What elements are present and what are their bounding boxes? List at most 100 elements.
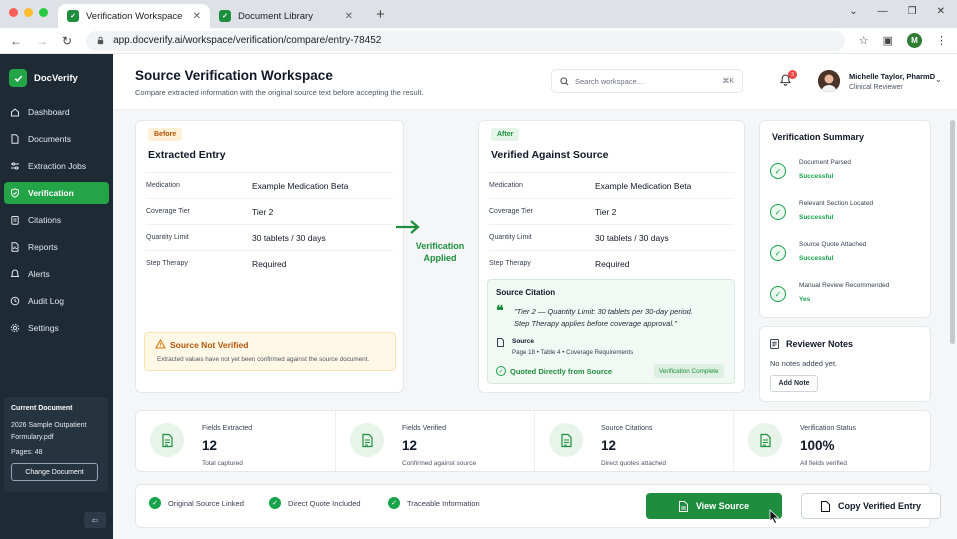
arrow-right-icon <box>395 218 421 241</box>
check-circle-icon: ✓ <box>770 204 786 220</box>
close-tab-icon[interactable]: ✕ <box>193 11 201 22</box>
close-window-button[interactable] <box>9 8 18 17</box>
sidebar-item-label: Documents <box>28 134 71 144</box>
check-circle-icon: ✓ <box>149 497 161 509</box>
browser-tab-verification[interactable]: ✓ Verification Workspace ✕ <box>58 4 210 28</box>
add-note-button[interactable]: Add Note <box>770 375 818 392</box>
stat-label: Fields Verified <box>402 425 446 432</box>
search-placeholder: Search workspace... <box>575 76 643 86</box>
sidebar: DocVerify Dashboard Documents Extraction J… <box>0 54 113 539</box>
verification-applied-line1: Verification <box>415 241 465 251</box>
summary-item-label: Source Quote Attached <box>799 241 867 248</box>
sidebar-item-citations[interactable]: Citations <box>4 209 109 231</box>
user-menu-chevron-down-icon[interactable]: ⌄ <box>935 75 942 84</box>
before-card: Before Extracted Entry Medication Example… <box>135 120 404 393</box>
document-icon <box>11 134 19 144</box>
sidebar-item-label: Verification <box>28 188 74 198</box>
stat-label: Verification Status <box>800 425 857 432</box>
notification-count-badge: 3 <box>788 70 797 79</box>
sidebar-item-label: Settings <box>28 323 59 333</box>
sidebar-item-settings[interactable]: Settings <box>4 317 109 339</box>
side-panel-icon[interactable]: ▣ <box>883 34 893 47</box>
stat-sub: Direct quotes attached <box>601 460 667 467</box>
sidebar-item-extraction-jobs[interactable]: Extraction Jobs <box>4 155 109 177</box>
mouse-cursor-icon <box>769 509 780 524</box>
field-row: Quantity Limit 30 tablets / 30 days <box>489 224 734 250</box>
url-field[interactable]: app.docverify.ai/workspace/verification/… <box>86 30 845 51</box>
close-tab-icon[interactable]: ✕ <box>345 11 353 22</box>
sidebar-item-audit-log[interactable]: Audit Log <box>4 290 109 312</box>
footer-check-label: Traceable Information <box>407 498 480 508</box>
notes-title: Reviewer Notes <box>786 339 854 349</box>
history-icon <box>10 296 20 306</box>
field-value: 30 tablets / 30 days <box>595 232 669 243</box>
quoted-directly-label: Quoted Directly from Source <box>510 367 613 376</box>
user-name: Michelle Taylor, PharmD <box>849 72 936 81</box>
source-not-verified-warning: Source Not Verified Extracted values hav… <box>144 332 396 371</box>
profile-avatar[interactable]: M <box>907 33 922 48</box>
collapse-sidebar-icon[interactable]: ⇦ <box>84 512 106 528</box>
browser-tab-library[interactable]: ✓ Document Library ✕ <box>210 4 362 28</box>
shield-check-icon <box>11 188 19 198</box>
window-controls <box>0 8 58 28</box>
search-input[interactable]: Search workspace... ⌘K <box>551 69 743 93</box>
restore-icon[interactable]: ❐ <box>908 6 917 17</box>
sidebar-item-dashboard[interactable]: Dashboard <box>4 101 109 123</box>
maximize-window-button[interactable] <box>39 8 48 17</box>
field-value: 30 tablets / 30 days <box>252 232 326 243</box>
close-icon[interactable]: ✕ <box>937 6 945 17</box>
sidebar-item-label: Dashboard <box>28 107 70 117</box>
check-circle-icon: ✓ <box>388 497 400 509</box>
stat-value: 12 <box>202 438 218 453</box>
page-title: Source Verification Workspace <box>135 68 333 83</box>
report-icon <box>11 242 19 252</box>
notes-icon <box>770 339 779 349</box>
forward-icon[interactable]: → <box>36 34 48 48</box>
check-circle-icon: ✓ <box>269 497 281 509</box>
field-label: Coverage Tier <box>146 208 190 215</box>
field-value: Required <box>252 258 287 269</box>
document-icon <box>678 500 688 512</box>
reload-icon[interactable]: ↻ <box>62 34 72 48</box>
stat-label: Fields Extracted <box>202 425 253 432</box>
page-subtitle: Compare extracted information with the o… <box>135 88 424 97</box>
back-icon[interactable]: ← <box>10 34 22 48</box>
browser-menu-icon[interactable]: ⋮ <box>936 34 947 47</box>
field-label: Quantity Limit <box>489 234 532 241</box>
minimize-window-button[interactable] <box>24 8 33 17</box>
notes-empty-text: No notes added yet. <box>770 359 838 368</box>
sidebar-item-documents[interactable]: Documents <box>4 128 109 150</box>
field-label: Step Therapy <box>489 260 531 267</box>
warning-triangle-icon <box>155 339 166 349</box>
summary-item-label: Document Parsed <box>799 159 852 166</box>
chevron-down-icon[interactable]: ⌄ <box>849 6 857 17</box>
view-source-button[interactable]: View Source <box>646 493 782 519</box>
copy-verified-entry-button[interactable]: Copy Verified Entry <box>801 493 941 519</box>
current-document-panel: Current Document 2026 Sample Outpatient … <box>4 397 108 492</box>
summary-item: ✓ Source Quote Attached Successful <box>770 241 920 281</box>
sidebar-item-label: Citations <box>28 215 62 225</box>
field-label: Coverage Tier <box>489 208 533 215</box>
field-row: Step Therapy Required <box>489 250 734 276</box>
check-circle-icon: ✓ <box>770 245 786 261</box>
sidebar-item-verification[interactable]: Verification <box>4 182 109 204</box>
summary-item-label: Manual Review Recommended <box>799 282 890 289</box>
field-row: Coverage Tier Tier 2 <box>489 198 734 224</box>
user-avatar[interactable] <box>818 70 840 92</box>
footer-check-item: ✓ Direct Quote Included <box>269 497 361 509</box>
app-name: DocVerify <box>34 72 78 84</box>
minimize-icon[interactable]: — <box>878 6 888 17</box>
bookmark-star-icon[interactable]: ☆ <box>859 34 869 47</box>
change-document-button[interactable]: Change Document <box>11 463 98 481</box>
check-circle-icon: ✓ <box>770 163 786 179</box>
main-scrollbar[interactable] <box>950 120 955 344</box>
url-text: app.docverify.ai/workspace/verification/… <box>113 35 382 46</box>
new-tab-icon[interactable]: + <box>376 6 385 23</box>
sidebar-item-label: Alerts <box>28 269 50 279</box>
sidebar-item-reports[interactable]: Reports <box>4 236 109 258</box>
sidebar-item-alerts[interactable]: Alerts <box>4 263 109 285</box>
site-info-icon[interactable] <box>96 36 105 45</box>
footer-check-item: ✓ Traceable Information <box>388 497 480 509</box>
summary-item-status: Yes <box>799 296 811 303</box>
summary-item-status: Successful <box>799 255 834 262</box>
